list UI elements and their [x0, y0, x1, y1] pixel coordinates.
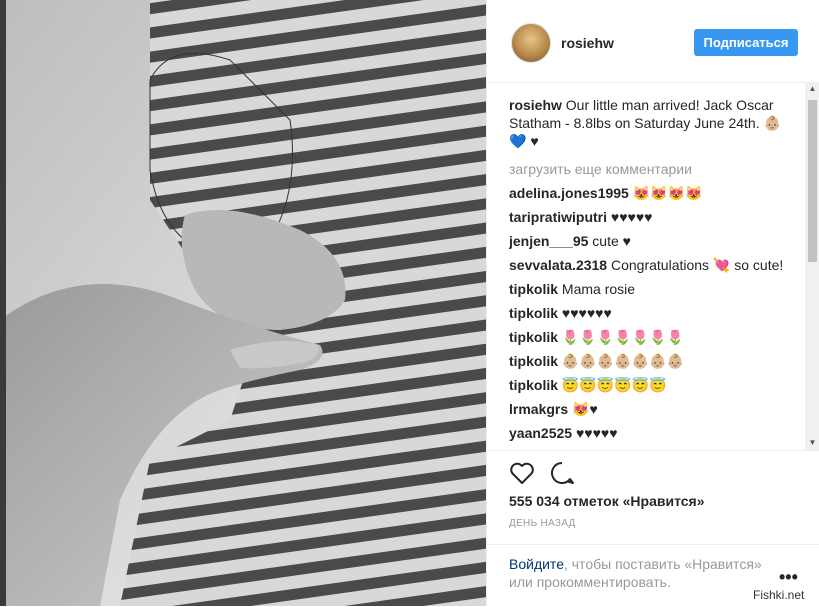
comment-username[interactable]: tipkolik — [509, 377, 558, 393]
comment-username[interactable]: tipkolik — [509, 305, 558, 321]
comment-username[interactable]: taripratiwiputri — [509, 209, 607, 225]
login-link[interactable]: Войдите — [509, 556, 564, 572]
avatar[interactable] — [511, 23, 551, 63]
heart-outline-icon[interactable] — [509, 461, 535, 485]
likes-count[interactable]: 555 034 отметок «Нравится» — [509, 493, 705, 509]
arrow-up-icon[interactable]: ▲ — [805, 82, 819, 96]
comment-item: tipkolik 🌷🌷🌷🌷🌷🌷🌷 — [509, 328, 789, 346]
arrow-down-icon[interactable]: ▼ — [805, 436, 819, 450]
comment-item: tipkolik 👶🏼👶🏼👶🏼👶🏼👶🏼👶🏼👶🏼 — [509, 352, 789, 370]
speech-bubble-icon[interactable] — [549, 461, 575, 485]
comment-text: ♥♥♥♥♥♥ — [561, 305, 612, 321]
follow-button[interactable]: Подписаться — [694, 29, 798, 56]
comment-text: 🌷🌷🌷🌷🌷🌷🌷 — [561, 329, 684, 345]
comment-username[interactable]: tipkolik — [509, 353, 558, 369]
comment-item: tipkolik 😇😇😇😇😇😇 — [509, 376, 789, 394]
username[interactable]: rosiehw — [561, 35, 614, 51]
comment-text: 😻😻😻😻 — [632, 185, 703, 201]
comment-username[interactable]: jenjen___95 — [509, 233, 588, 249]
comments-scrollbar[interactable]: ▲ ▼ — [805, 82, 819, 450]
comment-text: ♥♥♥♥♥ — [575, 425, 618, 441]
caption: rosiehw Our little man arrived! Jack Osc… — [509, 96, 789, 150]
post-side-panel: rosiehw Подписаться rosiehw Our little m… — [486, 0, 819, 606]
comment-item: tipkolik Mama rosie — [509, 280, 789, 298]
caption-username[interactable]: rosiehw — [509, 97, 562, 113]
load-more-comments-link[interactable]: загрузить еще комментарии — [509, 160, 789, 178]
comment-item: lrmakgrs 😻♥ — [509, 400, 789, 418]
more-options-icon[interactable]: ••• — [779, 567, 798, 588]
scroll-thumb[interactable] — [808, 100, 817, 262]
post-photo — [0, 0, 486, 606]
comment-text: 😻♥ — [572, 401, 598, 417]
comment-username[interactable]: tipkolik — [509, 329, 558, 345]
watermark: Fishki.net — [750, 587, 808, 603]
comment-username[interactable]: tipkolik — [509, 281, 558, 297]
comment-item: taripratiwiputri ♥♥♥♥♥ — [509, 208, 789, 226]
comment-text: 👶🏼👶🏼👶🏼👶🏼👶🏼👶🏼👶🏼 — [561, 353, 684, 369]
post-timestamp: ДЕНЬ НАЗАД — [509, 518, 576, 529]
comment-username[interactable]: adelina.jones1995 — [509, 185, 629, 201]
comment-username[interactable]: sevvalata.2318 — [509, 257, 607, 273]
comment-item: sevvalata.2318 Congratulations 💘 so cute… — [509, 256, 789, 274]
comment-username[interactable]: yaan2525 — [509, 425, 572, 441]
comment-item: tipkolik ♥♥♥♥♥♥ — [509, 304, 789, 322]
comment-item: jenjen___95 cute ♥ — [509, 232, 789, 250]
comment-text: ♥♥♥♥♥ — [610, 209, 653, 225]
post-actions: 555 034 отметок «Нравится» ДЕНЬ НАЗАД — [487, 450, 819, 545]
comment-item: adelina.jones1995 😻😻😻😻 — [509, 184, 789, 202]
comment-text: Congratulations 💘 so cute! — [610, 257, 784, 273]
comment-text: cute ♥ — [592, 233, 631, 249]
comments-list[interactable]: rosiehw Our little man arrived! Jack Osc… — [509, 96, 789, 450]
login-prompt: Войдите, чтобы поставить «Нравится» или … — [509, 555, 769, 591]
comment-username[interactable]: lrmakgrs — [509, 401, 568, 417]
photo-edge — [0, 0, 6, 606]
comment-item: yaan2525 ♥♥♥♥♥ — [509, 424, 789, 442]
comment-text: Mama rosie — [561, 281, 636, 297]
post-header: rosiehw Подписаться — [487, 0, 819, 83]
comment-text: 😇😇😇😇😇😇 — [561, 377, 667, 393]
